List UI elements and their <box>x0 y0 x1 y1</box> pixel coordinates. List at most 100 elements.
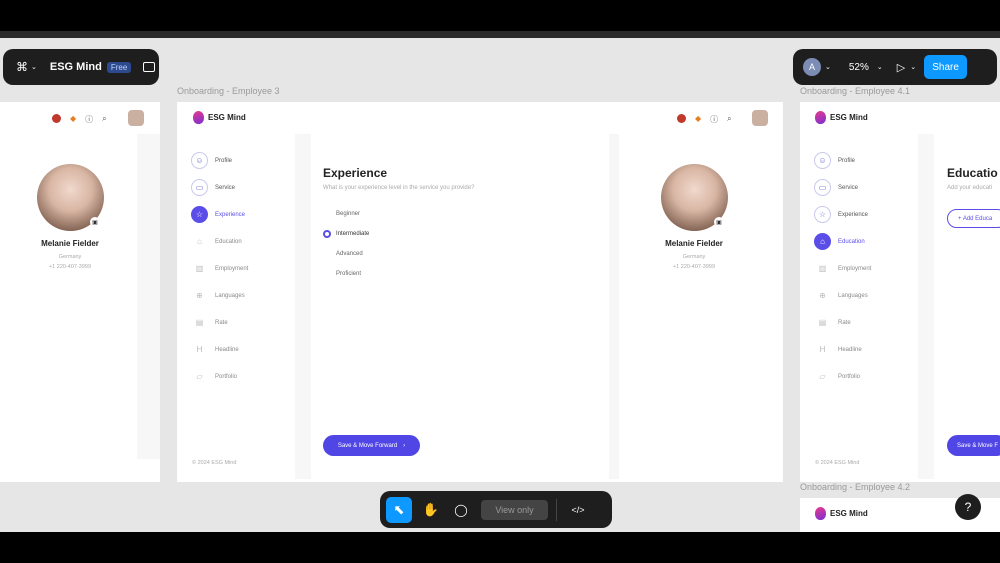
sidebar-item-education[interactable]: ⌂ Education <box>191 228 291 255</box>
hand-tool-icon[interactable]: ✋ <box>418 497 444 523</box>
sidebar-item-service[interactable]: ▭ Service <box>191 174 291 201</box>
design-canvas[interactable]: ◆ ⓘ ⌕ ▣ Melanie Fielder Germany +1 220-4… <box>0 38 1000 532</box>
sidebar-item-employment[interactable]: ▥ Employment <box>814 255 914 282</box>
panel-divider <box>918 134 934 479</box>
logo-text: ESG Mind <box>830 113 868 122</box>
flag-icon[interactable] <box>677 114 686 123</box>
frame-label-center[interactable]: Onboarding - Employee 3 <box>177 86 280 96</box>
profile-country: Germany <box>58 254 82 260</box>
chevron-down-icon[interactable]: ⌄ <box>910 63 916 71</box>
file-name[interactable]: ESG Mind <box>50 61 102 73</box>
flag-icon[interactable] <box>52 114 61 123</box>
tag-icon: ▤ <box>818 318 827 327</box>
frame-left-profile[interactable]: ◆ ⓘ ⌕ ▣ Melanie Fielder Germany +1 220-4… <box>0 102 160 482</box>
sidebar-item-profile[interactable]: ☺ Profile <box>814 147 914 174</box>
save-move-forward-button[interactable]: Save & Move F <box>947 435 1000 456</box>
folder-icon: ▱ <box>196 372 203 381</box>
camera-icon[interactable]: ▣ <box>714 217 724 227</box>
page-title: Educatio <box>947 166 998 180</box>
graduation-cap-icon: ⌂ <box>197 237 202 246</box>
option-proficient[interactable]: Proficient <box>323 264 523 284</box>
help-button[interactable]: ? <box>955 494 981 520</box>
sidebar-item-experience[interactable]: ☆ Experience <box>191 201 291 228</box>
file-toolbar: ⌘ ⌄ ESG Mind Free <box>3 49 159 85</box>
notification-icon[interactable]: ◆ <box>695 114 701 125</box>
star-icon: ☆ <box>814 206 831 223</box>
sidebar-item-headline[interactable]: H Headline <box>191 336 291 363</box>
toolbar-divider <box>556 498 557 521</box>
info-icon[interactable]: ⓘ <box>710 114 718 125</box>
chevron-down-icon[interactable]: ⌄ <box>825 63 831 71</box>
info-icon[interactable]: ⓘ <box>85 114 93 125</box>
save-move-forward-button[interactable]: Save & Move Forward › <box>323 435 420 456</box>
option-beginner[interactable]: Beginner <box>323 204 523 224</box>
bottom-bar <box>0 532 1000 563</box>
share-toolbar: A ⌄ 52% ⌄ ▷ ⌄ Share <box>793 49 997 85</box>
frame-label-right[interactable]: Onboarding - Employee 4.1 <box>800 86 910 96</box>
profile-name: Melanie Fielder <box>665 239 723 248</box>
tag-icon: ▤ <box>195 318 204 327</box>
building-icon: ▥ <box>818 264 827 273</box>
sidebar-item-employment[interactable]: ▥ Employment <box>191 255 291 282</box>
cursor-tool-icon[interactable]: ⬉ <box>386 496 412 523</box>
radio-selected-icon[interactable] <box>323 230 331 238</box>
chevron-down-icon[interactable]: ⌄ <box>877 63 883 71</box>
sidebar-item-rate[interactable]: ▤ Rate <box>814 309 914 336</box>
share-button[interactable]: Share <box>924 55 968 79</box>
comment-icon[interactable]: ◯ <box>448 497 474 523</box>
play-icon[interactable]: ▷ <box>897 61 905 74</box>
sidebar-toggle-icon[interactable] <box>143 62 156 72</box>
profile-phone: +1 220-407-3999 <box>672 264 716 270</box>
frame-onboarding-employee-4-1[interactable]: ESG Mind ☺ Profile ▭ Service ☆ Experience ⌂… <box>800 102 1000 482</box>
camera-icon[interactable]: ▣ <box>90 217 100 227</box>
left-header-icons: ◆ ⓘ ⌕ <box>52 114 107 125</box>
sidebar-item-profile[interactable]: ☺ Profile <box>191 147 291 174</box>
sidebar-item-service[interactable]: ▭ Service <box>814 174 914 201</box>
zoom-level[interactable]: 52% <box>849 62 869 73</box>
tab-strip <box>0 31 1000 38</box>
panel-divider <box>295 134 311 479</box>
question-text: Add your educati <box>947 185 993 191</box>
graduation-cap-icon: ⌂ <box>814 233 831 250</box>
logo-icon <box>193 111 204 124</box>
sidebar-item-portfolio[interactable]: ▱ Portfolio <box>191 363 291 390</box>
frame-onboarding-employee-3[interactable]: ESG Mind ◆ ⓘ ⌕ ☺ Profile ▭ Service ☆ Experi… <box>177 102 783 482</box>
plan-badge: Free <box>106 61 132 73</box>
sidebar-item-headline[interactable]: H Headline <box>814 336 914 363</box>
folder-icon: ▱ <box>819 372 826 381</box>
logo-text: ESG Mind <box>208 113 246 122</box>
bottom-toolbar: ⬉ ✋ ◯ View only </> <box>380 491 612 528</box>
building-icon: ▥ <box>195 264 204 273</box>
radio-icon[interactable] <box>323 210 331 218</box>
experience-options: Beginner Intermediate Advanced Proficien… <box>323 204 523 284</box>
user-avatar[interactable] <box>128 110 144 126</box>
sidebar-item-experience[interactable]: ☆ Experience <box>814 201 914 228</box>
question-text: What is your experience level in the ser… <box>323 185 475 191</box>
sidebar: ☺ Profile ▭ Service ☆ Experience ⌂ Education… <box>191 147 291 390</box>
briefcase-icon: ▭ <box>191 179 208 196</box>
notification-icon[interactable]: ◆ <box>70 114 76 125</box>
search-icon[interactable]: ⌕ <box>727 114 731 125</box>
user-avatar[interactable]: A <box>803 58 821 76</box>
sidebar-item-rate[interactable]: ▤ Rate <box>191 309 291 336</box>
frame-label-bottom[interactable]: Onboarding - Employee 4.2 <box>800 482 910 492</box>
star-icon: ☆ <box>191 206 208 223</box>
search-icon[interactable]: ⌕ <box>102 114 106 125</box>
radio-icon[interactable] <box>323 250 331 258</box>
sidebar-item-education[interactable]: ⌂ Education <box>814 228 914 255</box>
option-intermediate[interactable]: Intermediate <box>323 224 523 244</box>
figma-menu-icon[interactable]: ⌘ <box>16 60 28 74</box>
dev-mode-icon[interactable]: </> <box>565 497 591 523</box>
top-bar <box>0 0 1000 38</box>
sidebar-item-portfolio[interactable]: ▱ Portfolio <box>814 363 914 390</box>
chevron-down-icon[interactable]: ⌄ <box>31 63 37 71</box>
sidebar-item-languages[interactable]: ⊕ Languages <box>191 282 291 309</box>
option-advanced[interactable]: Advanced <box>323 244 523 264</box>
profile-country: Germany <box>682 254 706 260</box>
sidebar: ☺ Profile ▭ Service ☆ Experience ⌂ Education… <box>814 147 914 390</box>
radio-icon[interactable] <box>323 270 331 278</box>
user-avatar[interactable] <box>752 110 768 126</box>
add-education-button[interactable]: + Add Educa <box>947 209 1000 228</box>
logo-icon <box>815 111 826 124</box>
sidebar-item-languages[interactable]: ⊕ Languages <box>814 282 914 309</box>
